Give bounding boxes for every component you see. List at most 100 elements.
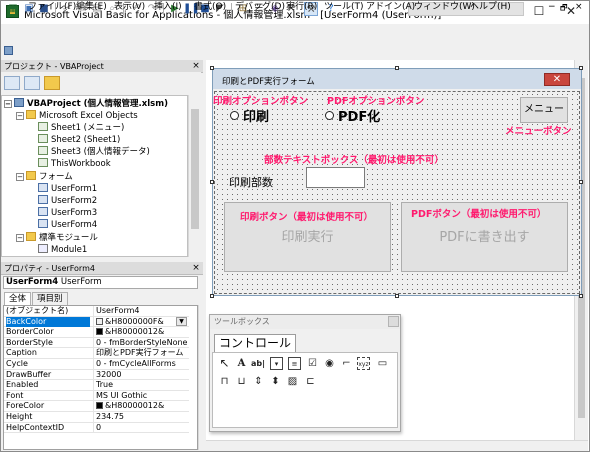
tabstrip-icon[interactable]: ⊓	[218, 375, 231, 388]
resize-handle[interactable]	[210, 66, 214, 70]
folder-icon	[26, 232, 36, 241]
resize-handle[interactable]	[579, 180, 583, 184]
menu-insert[interactable]: 挿入(I)	[154, 1, 182, 14]
mdi-minimize-button[interactable]: −	[548, 1, 556, 14]
copies-textbox[interactable]	[306, 167, 365, 188]
property-row-drawbuffer[interactable]: DrawBuffer 32000	[4, 369, 189, 381]
tree-node-userform4[interactable]: UserForm4	[38, 219, 97, 231]
worksheet-icon	[38, 146, 48, 155]
scrollbar-thumb[interactable]	[191, 109, 199, 229]
annotation-print-option: 印刷オプションボタン	[213, 96, 309, 107]
vba-menu-icon[interactable]	[4, 46, 13, 55]
menu-view[interactable]: 表示(V)	[114, 1, 145, 14]
tree-node-vbaproject[interactable]: − VBAProject (個人情報管理.xlsm)	[4, 98, 168, 110]
tree-node-sheet1[interactable]: Sheet1 (メニュー)	[38, 122, 124, 134]
option-print[interactable]: 印刷	[230, 106, 269, 125]
property-row-bordercolor[interactable]: BorderColor &H80000012&	[4, 327, 189, 338]
view-excel-icon[interactable]: ▦	[6, 2, 20, 16]
tree-node-standard-modules[interactable]: − 標準モジュール	[16, 232, 98, 244]
tree-node-excel-objects[interactable]: − Microsoft Excel Objects	[16, 110, 138, 122]
collapse-icon[interactable]: −	[16, 173, 24, 181]
property-row-font[interactable]: Font MS UI Gothic	[4, 390, 189, 402]
optionbutton-icon[interactable]: ◉	[323, 357, 336, 370]
tab-categorized[interactable]: 項目別	[32, 292, 68, 305]
tree-node-userform2[interactable]: UserForm2	[38, 195, 97, 207]
pointer-icon[interactable]: ↖	[218, 357, 231, 370]
toggle-folders-icon[interactable]	[44, 76, 60, 90]
multipage-icon[interactable]: ⊔	[235, 375, 248, 388]
properties-scrollbar[interactable]	[198, 305, 203, 450]
tree-node-forms[interactable]: − フォーム	[16, 171, 73, 183]
menu-edit[interactable]: 編集(E)	[76, 1, 107, 14]
view-code-icon[interactable]	[4, 76, 20, 90]
collapse-icon[interactable]: −	[16, 112, 24, 120]
tree-node-userform3[interactable]: UserForm3	[38, 207, 97, 219]
property-row-name[interactable]: (オブジェクト名) UserForm4	[4, 306, 189, 317]
mdi-close-button[interactable]: ×	[575, 1, 583, 14]
menu-format[interactable]: 書式(O)	[194, 1, 226, 14]
resize-handle[interactable]	[395, 66, 399, 70]
combobox-icon[interactable]: ▾	[270, 357, 283, 370]
worksheet-icon	[38, 122, 48, 131]
menu-button[interactable]: メニュー	[520, 97, 568, 123]
worksheet-icon	[38, 134, 48, 143]
label-icon[interactable]: A	[235, 357, 248, 370]
property-row-cycle[interactable]: Cycle 0 - fmCycleAllForms	[4, 359, 189, 370]
mdi-restore-button[interactable]: 🗗	[560, 1, 568, 14]
menu-file[interactable]: ファイル(F)	[28, 1, 76, 14]
menu-addins[interactable]: アドイン(A)	[366, 1, 415, 14]
tree-node-userform1[interactable]: UserForm1	[38, 183, 97, 195]
properties-pane-header: プロパティ - UserForm4	[1, 262, 203, 275]
designer-horizontal-scrollbar[interactable]	[206, 440, 588, 451]
property-row-forecolor[interactable]: ForeColor &H80000012&	[4, 401, 189, 412]
property-row-borderstyle[interactable]: BorderStyle 0 - fmBorderStyleNone	[4, 337, 189, 349]
resize-handle[interactable]	[210, 180, 214, 184]
toolbox-tab-controls[interactable]: コントロール	[214, 334, 297, 352]
properties-pane-close[interactable]: ×	[190, 262, 202, 274]
tree-node-sheet3[interactable]: Sheet3 (個人情報データ)	[38, 146, 150, 158]
menu-run[interactable]: 実行(R)	[286, 1, 317, 14]
project-pane-close[interactable]: ×	[190, 60, 202, 72]
menu-debug[interactable]: デバッグ(D)	[235, 1, 285, 14]
resize-handle[interactable]	[579, 66, 583, 70]
textbox-icon[interactable]: ab|	[251, 357, 265, 370]
refedit-icon[interactable]: ⊏	[304, 375, 317, 388]
scrollbar-icon[interactable]: ⇕	[252, 375, 265, 388]
view-object-icon[interactable]	[24, 76, 40, 90]
dropdown-arrow-icon[interactable]: ▼	[176, 317, 187, 326]
toolbox-close-icon[interactable]	[388, 316, 399, 327]
tree-node-sheet2[interactable]: Sheet2 (Sheet1)	[38, 134, 120, 146]
spinbutton-icon[interactable]: ⬍	[269, 375, 282, 388]
togglebutton-icon[interactable]: ⌐	[340, 357, 353, 370]
image-icon[interactable]: ▨	[286, 375, 299, 388]
userform-close-icon[interactable]: ✕	[544, 73, 570, 86]
frame-icon[interactable]: xyz	[357, 357, 370, 370]
property-row-enabled[interactable]: Enabled True	[4, 380, 189, 391]
collapse-icon[interactable]: −	[4, 100, 12, 108]
userform-icon	[38, 195, 48, 204]
object-selector[interactable]: UserForm4 UserForm	[3, 276, 198, 289]
resize-handle[interactable]	[395, 294, 399, 298]
resize-handle[interactable]	[579, 294, 583, 298]
project-tree-scrollbar[interactable]	[188, 95, 200, 257]
menu-help[interactable]: ヘルプ(H)	[470, 1, 511, 14]
tab-alphabetic[interactable]: 全体	[4, 292, 32, 305]
tree-node-thisworkbook[interactable]: ThisWorkbook	[38, 158, 111, 170]
property-row-backcolor[interactable]: BackColor &H8000000F&	[4, 316, 189, 328]
listbox-icon[interactable]: ≡	[288, 357, 301, 370]
userform-icon	[38, 219, 48, 228]
menu-window[interactable]: ウィンドウ(W)	[414, 1, 475, 14]
checkbox-icon[interactable]: ☑	[306, 357, 319, 370]
property-row-height[interactable]: Height 234.75	[4, 412, 189, 423]
option-pdf[interactable]: PDF化	[325, 106, 380, 125]
property-row-caption[interactable]: Caption 印刷とPDF実行フォーム	[4, 348, 189, 359]
color-swatch	[96, 402, 103, 410]
property-row-helpcontextid[interactable]: HelpContextID 0	[4, 422, 189, 434]
resize-handle[interactable]	[210, 294, 214, 298]
collapse-icon[interactable]: −	[16, 234, 24, 242]
menu-tools[interactable]: ツール(T)	[324, 1, 364, 14]
commandbutton-icon[interactable]: ▭	[376, 357, 389, 370]
folder-icon	[26, 110, 36, 119]
toolbar-separator	[231, 3, 232, 15]
tree-node-module1[interactable]: Module1	[38, 244, 87, 256]
